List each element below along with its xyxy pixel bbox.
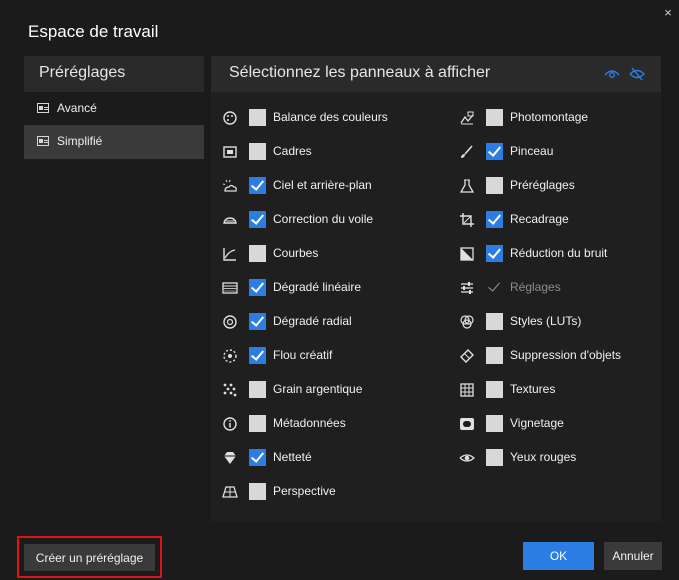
color-palette-icon — [222, 110, 238, 126]
close-icon[interactable]: × — [661, 6, 675, 20]
haze-icon — [222, 212, 238, 228]
luts-icon — [459, 314, 475, 330]
panel-label: Grain argentique — [273, 382, 363, 396]
panel-label: Dégradé linéaire — [273, 280, 362, 294]
panel-checkbox[interactable] — [249, 449, 266, 466]
panel-label: Recadrage — [510, 212, 569, 226]
photomontage-icon — [459, 110, 475, 126]
panel-checkbox[interactable] — [486, 347, 503, 364]
panel-checkbox[interactable] — [486, 313, 503, 330]
panel-label: Netteté — [273, 450, 312, 464]
panel-checkbox[interactable] — [249, 415, 266, 432]
panel-label: Réglages — [510, 280, 561, 294]
creative-blur-icon — [222, 348, 238, 364]
panel-checkbox[interactable] — [249, 211, 266, 228]
panel-checkbox[interactable] — [249, 245, 266, 262]
panel-label: Perspective — [273, 484, 336, 498]
panel-label: Ciel et arrière-plan — [273, 178, 372, 192]
panel-checkbox[interactable] — [249, 313, 266, 330]
flask-icon — [459, 178, 475, 194]
panel-checkbox[interactable] — [486, 177, 503, 194]
presets-header: Préréglages — [24, 56, 204, 92]
diamond-sharpen-icon — [222, 450, 238, 466]
panel-checkbox[interactable] — [486, 245, 503, 262]
panel-checkbox[interactable] — [486, 381, 503, 398]
panel-checkbox[interactable] — [249, 279, 266, 296]
crop-icon — [459, 212, 475, 228]
panel-checkbox[interactable] — [249, 347, 266, 364]
cancel-button[interactable]: Annuler — [604, 542, 662, 570]
eraser-icon — [459, 348, 475, 364]
panel-label: Dégradé radial — [273, 314, 352, 328]
frame-icon — [222, 144, 238, 160]
panel-label: Cadres — [273, 144, 312, 158]
preset-card-icon — [37, 103, 49, 113]
info-icon — [222, 416, 238, 432]
panel-checkbox[interactable] — [249, 381, 266, 398]
panel-label: Yeux rouges — [510, 450, 577, 464]
panel-label: Vignetage — [510, 416, 564, 430]
eye-icon[interactable] — [604, 68, 620, 80]
texture-icon — [459, 382, 475, 398]
curves-icon — [222, 246, 238, 262]
ok-button[interactable]: OK — [523, 542, 594, 570]
panel-checkbox[interactable] — [486, 109, 503, 126]
panel-label: Flou créatif — [273, 348, 333, 362]
panel-label: Styles (LUTs) — [510, 314, 582, 328]
preset-item-simplifie[interactable]: Simplifié — [24, 125, 204, 159]
preset-item-label: Avancé — [57, 101, 97, 115]
panel-checkbox[interactable] — [249, 109, 266, 126]
panel-checkbox[interactable] — [249, 177, 266, 194]
panel-checkbox[interactable] — [486, 449, 503, 466]
panels-header-label: Sélectionnez les panneaux à afficher — [229, 64, 491, 81]
preset-item-avance[interactable]: Avancé — [24, 92, 204, 126]
vignette-icon — [459, 416, 475, 432]
panel-checkbox[interactable] — [486, 415, 503, 432]
dialog-title: Espace de travail — [28, 22, 159, 41]
panel-checkbox[interactable] — [486, 143, 503, 160]
brush-icon — [459, 144, 475, 160]
linear-gradient-icon — [222, 280, 238, 296]
panel-label: Photomontage — [510, 110, 589, 124]
panels-header: Sélectionnez les panneaux à afficher — [211, 56, 661, 92]
create-preset-button[interactable]: Créer un préréglage — [24, 544, 155, 571]
workspace-dialog: Espace de travail × Préréglages Avancé S… — [0, 0, 679, 580]
sliders-icon — [459, 280, 475, 296]
panel-checkbox[interactable] — [486, 211, 503, 228]
panel-label: Balance des couleurs — [273, 110, 388, 124]
eye-off-icon[interactable] — [629, 68, 645, 80]
perspective-grid-icon — [222, 484, 238, 500]
presets-header-label: Préréglages — [39, 64, 126, 81]
panel-label: Pinceau — [510, 144, 554, 158]
noise-reduction-icon — [459, 246, 475, 262]
preset-item-label: Simplifié — [57, 134, 103, 148]
panel-checkbox[interactable] — [249, 483, 266, 500]
panel-checkbox[interactable] — [249, 143, 266, 160]
sun-cloud-icon — [222, 178, 238, 194]
red-eye-icon — [459, 450, 475, 466]
film-grain-icon — [222, 382, 238, 398]
panel-label: Correction du voile — [273, 212, 374, 226]
radial-gradient-icon — [222, 314, 238, 330]
panel-checkbox — [486, 279, 503, 296]
preset-card-icon — [37, 136, 49, 146]
panel-label: Métadonnées — [273, 416, 346, 430]
panel-label: Préréglages — [510, 178, 575, 192]
panel-label: Textures — [510, 382, 556, 396]
panel-label: Suppression d'objets — [510, 348, 622, 362]
panel-label: Réduction du bruit — [510, 246, 608, 260]
panel-label: Courbes — [273, 246, 319, 260]
